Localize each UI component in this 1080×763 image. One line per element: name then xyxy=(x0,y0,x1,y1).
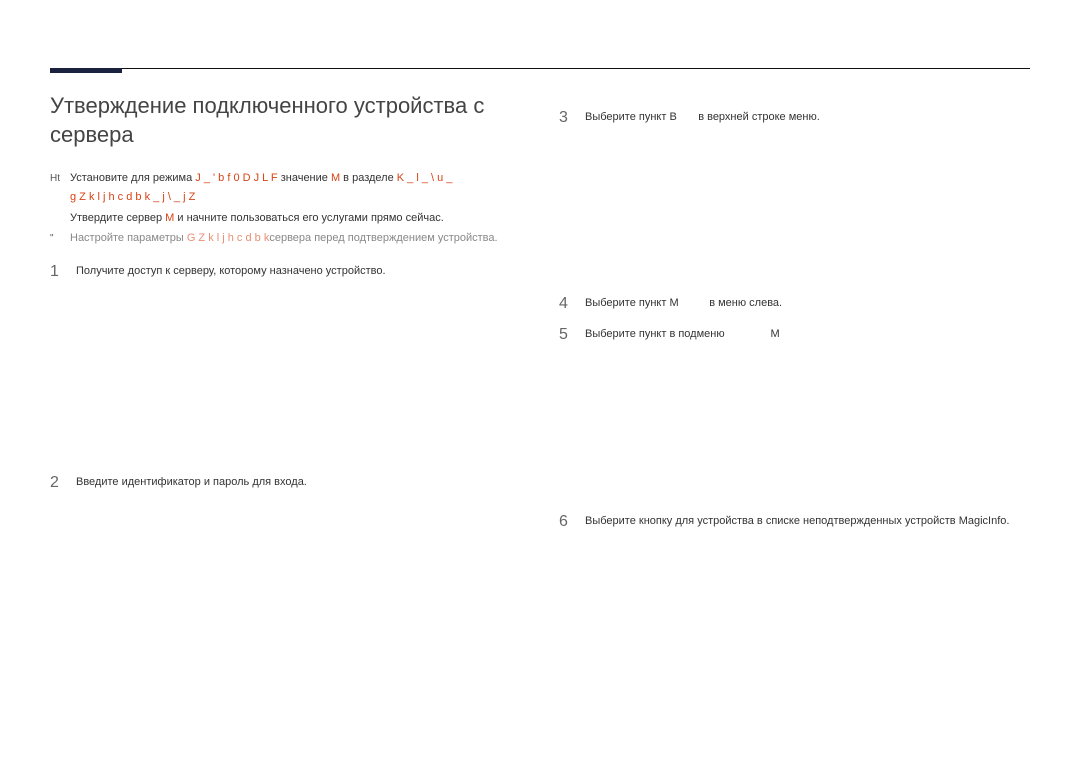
step-number: 4 xyxy=(559,294,573,313)
step-1: 1 Получите доступ к серверу, которому на… xyxy=(50,262,521,281)
t: для устройства в списке неподтвержденных… xyxy=(675,515,1009,527)
note-line-1: Ht Установите для режима J _ ' b f 0 D J… xyxy=(50,169,521,206)
t: в разделе xyxy=(340,172,397,184)
spacer xyxy=(559,92,1030,108)
step-2: 2 Введите идентификатор и пароль для вхо… xyxy=(50,473,521,492)
step-number: 3 xyxy=(559,108,573,127)
t: M xyxy=(669,297,678,309)
t: в подменю xyxy=(669,328,727,340)
step-5: 5 Выберите пункт в подменю M xyxy=(559,325,1030,344)
t: Утвердите сервер xyxy=(70,212,165,224)
t: Установите для режима xyxy=(70,172,195,184)
t: в верхней строке меню. xyxy=(695,111,820,123)
note-text: Утвердите сервер M и начните пользоватьс… xyxy=(70,209,521,228)
t: в меню слева. xyxy=(706,297,782,309)
note-text: Установите для режима J _ ' b f 0 D J L … xyxy=(70,169,521,206)
step-number: 2 xyxy=(50,473,64,492)
step-number: 5 xyxy=(559,325,573,344)
t: и начните пользоваться его услугами прям… xyxy=(174,212,443,224)
t: B xyxy=(669,111,676,123)
t: значение xyxy=(278,172,331,184)
t: сервера перед подтверждением устройства. xyxy=(269,232,497,244)
step-number: 1 xyxy=(50,262,64,281)
top-rule-accent xyxy=(50,68,122,73)
step-text: Выберите пункт в подменю M xyxy=(585,325,1030,344)
step-6: 6 Выберите кнопку для устройства в списк… xyxy=(559,512,1030,531)
step-text: Выберите пункт M в меню слева. xyxy=(585,294,1030,313)
note-line-2: Утвердите сервер M и начните пользоватьс… xyxy=(50,209,521,228)
note-marker-empty xyxy=(50,209,64,210)
left-column: Утверждение подключенного устройства с с… xyxy=(50,92,521,543)
note-text: Настройте параметры G Z k l j h c d b kс… xyxy=(70,229,521,248)
t-red: g Z k l j h c d b k _ j \ _ j Z xyxy=(70,191,195,203)
note-line-3: " Настройте параметры G Z k l j h c d b … xyxy=(50,229,521,248)
step-4: 4 Выберите пункт M в меню слева. xyxy=(559,294,1030,313)
top-rule xyxy=(50,68,1030,69)
page-title: Утверждение подключенного устройства с с… xyxy=(50,92,521,149)
right-column: 3 Выберите пункт B в верхней строке меню… xyxy=(559,92,1030,543)
t: M xyxy=(770,328,779,340)
t-red: M xyxy=(165,212,174,224)
spacer xyxy=(50,293,521,473)
spacer xyxy=(559,357,1030,512)
step-text: Получите доступ к серверу, которому назн… xyxy=(76,262,521,281)
content-area: Утверждение подключенного устройства с с… xyxy=(50,92,1030,543)
step-text: Выберите пункт B в верхней строке меню. xyxy=(585,108,1030,127)
step-text: Введите идентификатор и пароль для входа… xyxy=(76,473,521,492)
note-marker: " xyxy=(50,229,64,247)
t: Выберите пункт xyxy=(585,328,669,340)
step-3: 3 Выберите пункт B в верхней строке меню… xyxy=(559,108,1030,127)
t-red: J _ ' b f 0 D J L F xyxy=(195,172,277,184)
spacer xyxy=(559,139,1030,294)
note-marker: Ht xyxy=(50,169,64,187)
step-number: 6 xyxy=(559,512,573,531)
t-red: M xyxy=(331,172,340,184)
t: Настройте параметры xyxy=(70,232,187,244)
t-red: K _ l _ \ u _ xyxy=(397,172,453,184)
note-block: Ht Установите для режима J _ ' b f 0 D J… xyxy=(50,169,521,248)
t: Выберите пункт xyxy=(585,297,669,309)
step-text: Выберите кнопку для устройства в списке … xyxy=(585,512,1030,531)
t: Выберите пункт xyxy=(585,111,669,123)
t-red: G Z k l j h c d b k xyxy=(187,232,270,244)
t: Выберите кнопку xyxy=(585,515,675,527)
